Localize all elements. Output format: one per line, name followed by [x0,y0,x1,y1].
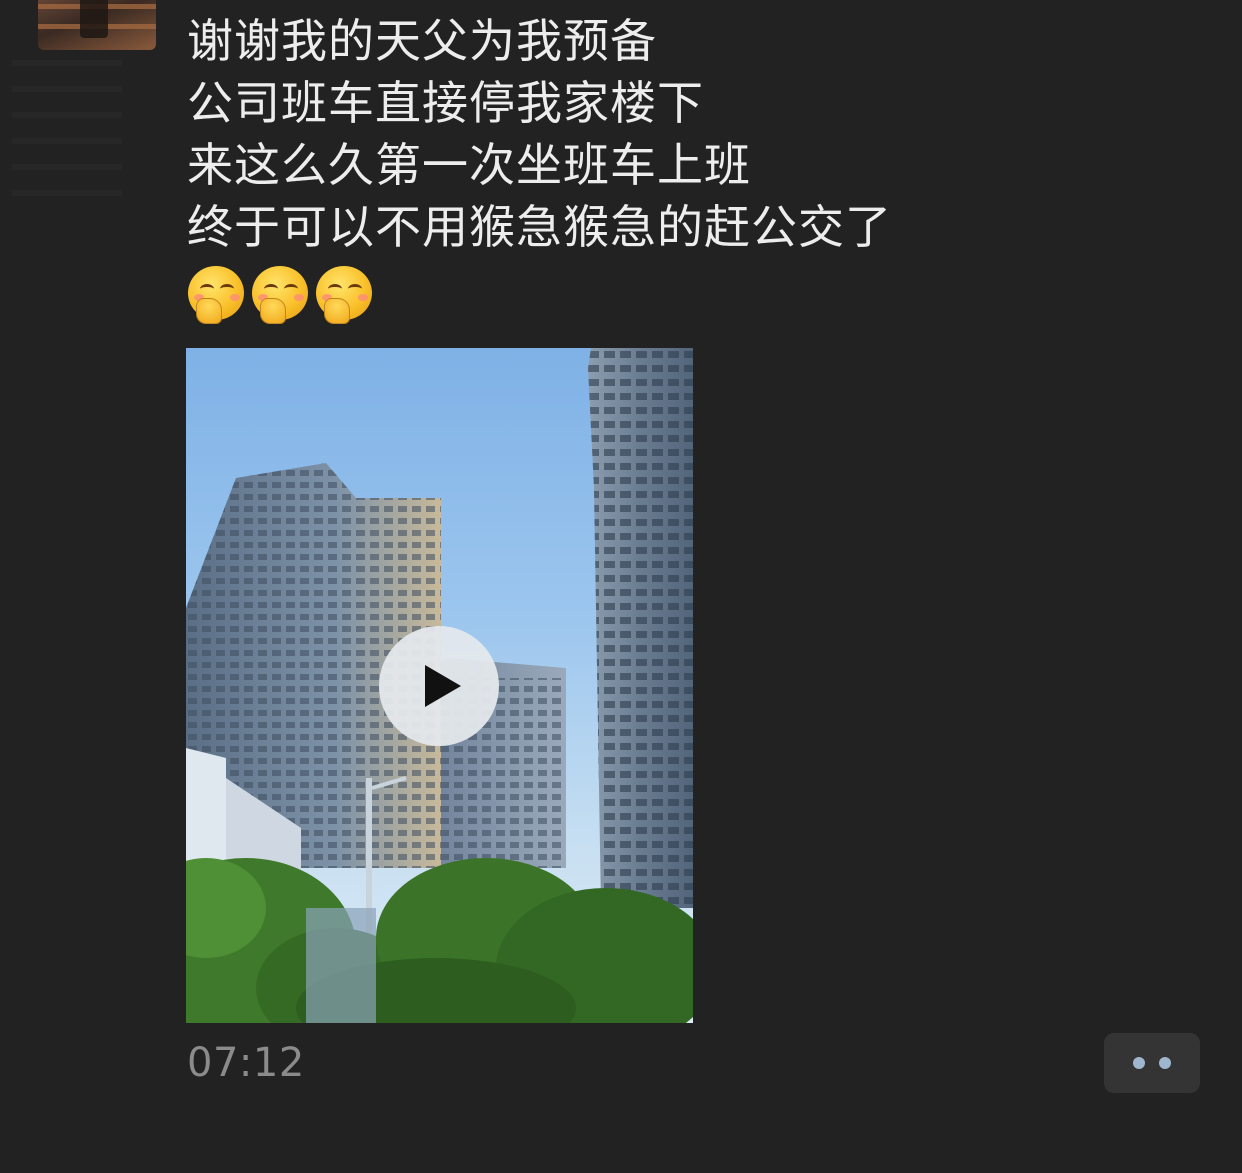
post-text-line: 谢谢我的天父为我预备 [187,14,657,68]
video-thumbnail[interactable] [186,348,693,1023]
more-dots-icon [1133,1057,1145,1069]
post-text: 谢谢我的天父为我预备 公司班车直接停我家楼下 来这么久第一次坐班车上班 终于可以… [187,10,1187,258]
emoji-row [188,266,372,324]
face-with-hand-over-mouth-icon [188,266,244,324]
post-text-line: 终于可以不用猴急猴急的赶公交了 [187,200,892,254]
avatar-figure [80,0,108,38]
play-button[interactable] [379,626,499,746]
more-options-button[interactable] [1104,1033,1200,1093]
post-text-line: 公司班车直接停我家楼下 [187,76,704,130]
play-icon [425,665,461,707]
background-texture [12,60,122,200]
post-timestamp: 07:12 [187,1040,305,1086]
face-with-hand-over-mouth-icon [316,266,372,324]
post-text-line: 来这么久第一次坐班车上班 [187,138,751,192]
more-dots-icon [1159,1057,1171,1069]
avatar[interactable] [38,0,156,50]
face-with-hand-over-mouth-icon [252,266,308,324]
